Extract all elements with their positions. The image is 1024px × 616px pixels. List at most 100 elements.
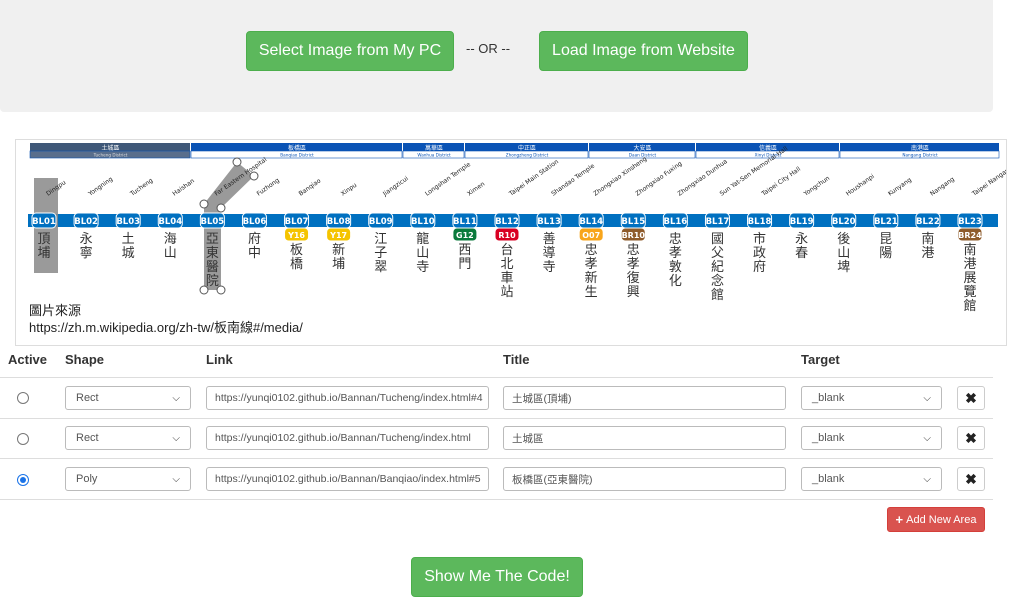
- station-zh-char: 翠: [374, 260, 387, 275]
- delete-area-button[interactable]: ✖: [957, 426, 985, 450]
- shape-select[interactable]: Rect ⌵: [65, 386, 191, 410]
- transfer-code: R10: [498, 231, 516, 240]
- area-active-radio[interactable]: [17, 474, 29, 486]
- station-zh-char: 台: [500, 243, 513, 258]
- station-zh-char: 橋: [290, 257, 303, 272]
- area-active-radio[interactable]: [17, 433, 29, 445]
- close-icon: ✖: [965, 389, 977, 406]
- row-divider: [0, 458, 993, 459]
- add-new-area-label: Add New Area: [906, 513, 977, 526]
- transfer-code: O07: [582, 231, 600, 240]
- title-input[interactable]: 板橋區(亞東醫院): [503, 467, 786, 491]
- station-code: BL05: [200, 217, 224, 227]
- station-zh-char: 土: [122, 232, 135, 247]
- title-input[interactable]: 土城區(頂埔): [503, 386, 786, 410]
- station-en-name: Ximen: [466, 181, 486, 198]
- link-input[interactable]: https://yunqi0102.github.io/Bannan/Banqi…: [206, 467, 489, 491]
- add-new-area-button[interactable]: + Add New Area: [887, 507, 985, 532]
- title-input[interactable]: 土城區: [503, 426, 786, 450]
- district-name: 中正區: [518, 144, 536, 152]
- station-zh-char: 山: [164, 246, 177, 261]
- shape-value: Rect: [76, 392, 99, 404]
- metro-map-image[interactable]: 土城區 Tucheng District 板橋區 Banqiao District 萬華…: [15, 139, 1007, 346]
- station-zh-char: 忠: [669, 232, 682, 247]
- station-zh-char: 紀: [711, 260, 724, 275]
- station-en-name: Nangang: [929, 176, 956, 198]
- station-zh-char: 府: [753, 260, 766, 275]
- district-name: 南港區: [911, 144, 929, 152]
- transfer-code: Y17: [329, 231, 347, 240]
- link-input[interactable]: https://yunqi0102.github.io/Bannan/Tuche…: [206, 426, 489, 450]
- station-zh-char: 門: [458, 257, 471, 272]
- station-zh-char: 寧: [80, 245, 93, 261]
- station-zh-char: 孝: [627, 257, 640, 272]
- transfer-code: BR24: [958, 231, 982, 240]
- station-zh-char: 興: [627, 285, 640, 300]
- shape-value: Rect: [76, 432, 99, 444]
- station-zh-char: 寺: [416, 260, 429, 275]
- station-zh-char: 化: [669, 274, 682, 289]
- station-zh-char: 春: [795, 246, 808, 261]
- chevron-down-icon: ⌵: [923, 432, 931, 444]
- header-title: Title: [503, 352, 530, 367]
- station-en-name: Fuzhong: [256, 177, 281, 198]
- transfer-code: Y16: [287, 231, 305, 240]
- link-input[interactable]: https://yunqi0102.github.io/Bannan/Tuche…: [206, 386, 489, 410]
- target-select[interactable]: _blank ⌵: [801, 426, 942, 450]
- delete-area-button[interactable]: ✖: [957, 467, 985, 491]
- select-image-pc-button[interactable]: Select Image from My PC: [246, 31, 454, 71]
- station-zh-char: 龍: [416, 231, 429, 247]
- station-zh-char: 昆: [879, 232, 892, 247]
- station-en-name: Kunyang: [887, 176, 913, 197]
- station-en-name: Houshanpi: [845, 173, 876, 198]
- station-en-name: Longshan Temple: [424, 161, 472, 198]
- close-icon: ✖: [965, 429, 977, 446]
- target-value: _blank: [812, 473, 845, 485]
- district-name: 信義區: [759, 144, 777, 152]
- station-zh-char: 城: [122, 246, 135, 261]
- header-link: Link: [206, 352, 233, 367]
- station-zh-char: 復: [627, 270, 640, 286]
- target-select[interactable]: _blank ⌵: [801, 386, 942, 410]
- station-code: BL16: [663, 217, 687, 227]
- chevron-down-icon: ⌵: [923, 392, 931, 404]
- shape-select[interactable]: Rect ⌵: [65, 426, 191, 450]
- poly-vertex-handle: [216, 203, 226, 213]
- station-zh-char: 孝: [585, 257, 598, 272]
- district-en-name: Zhongzheng District: [506, 153, 549, 158]
- station-en-name: Banqiao: [298, 177, 323, 197]
- station-zh-char: 海: [164, 232, 177, 247]
- station-code: BL19: [790, 217, 814, 227]
- station-zh-char: 山: [837, 246, 850, 261]
- station-zh-char: 新: [332, 242, 345, 258]
- station-zh-char: 念: [711, 273, 724, 289]
- station-zh-char: 南: [921, 231, 934, 247]
- station-code: BL02: [74, 217, 98, 227]
- image-source-url: https://zh.m.wikipedia.org/zh-tw/板南線#/me…: [29, 320, 303, 335]
- shape-select[interactable]: Poly ⌵: [65, 467, 191, 491]
- station-code: BL23: [958, 217, 982, 227]
- station-zh-char: 永: [795, 232, 808, 247]
- station-zh-char: 港: [921, 246, 934, 261]
- transfer-code: G12: [456, 231, 474, 240]
- station-code: BL06: [243, 217, 267, 227]
- station-code: BL10: [411, 217, 435, 227]
- load-image-website-button[interactable]: Load Image from Website: [539, 31, 748, 71]
- station-code: BL21: [874, 217, 898, 227]
- station-code: BL20: [832, 217, 856, 227]
- station-zh-char: 港: [963, 257, 976, 272]
- district-en-name: Banqiao District: [280, 153, 314, 158]
- target-select[interactable]: _blank ⌵: [801, 467, 942, 491]
- station-zh-char: 父: [711, 246, 724, 261]
- plus-icon: +: [895, 512, 904, 527]
- station-zh-char: 永: [80, 232, 93, 247]
- table-header-divider: [0, 377, 993, 378]
- delete-area-button[interactable]: ✖: [957, 386, 985, 410]
- station-zh-char: 醫: [206, 260, 219, 275]
- show-code-button[interactable]: Show Me The Code!: [411, 557, 583, 597]
- station-en-name: Yongning: [86, 176, 114, 198]
- station-zh-char: 山: [416, 246, 429, 261]
- station-zh-char: 東: [206, 245, 219, 261]
- area-active-radio[interactable]: [17, 392, 29, 404]
- chevron-down-icon: ⌵: [172, 392, 180, 404]
